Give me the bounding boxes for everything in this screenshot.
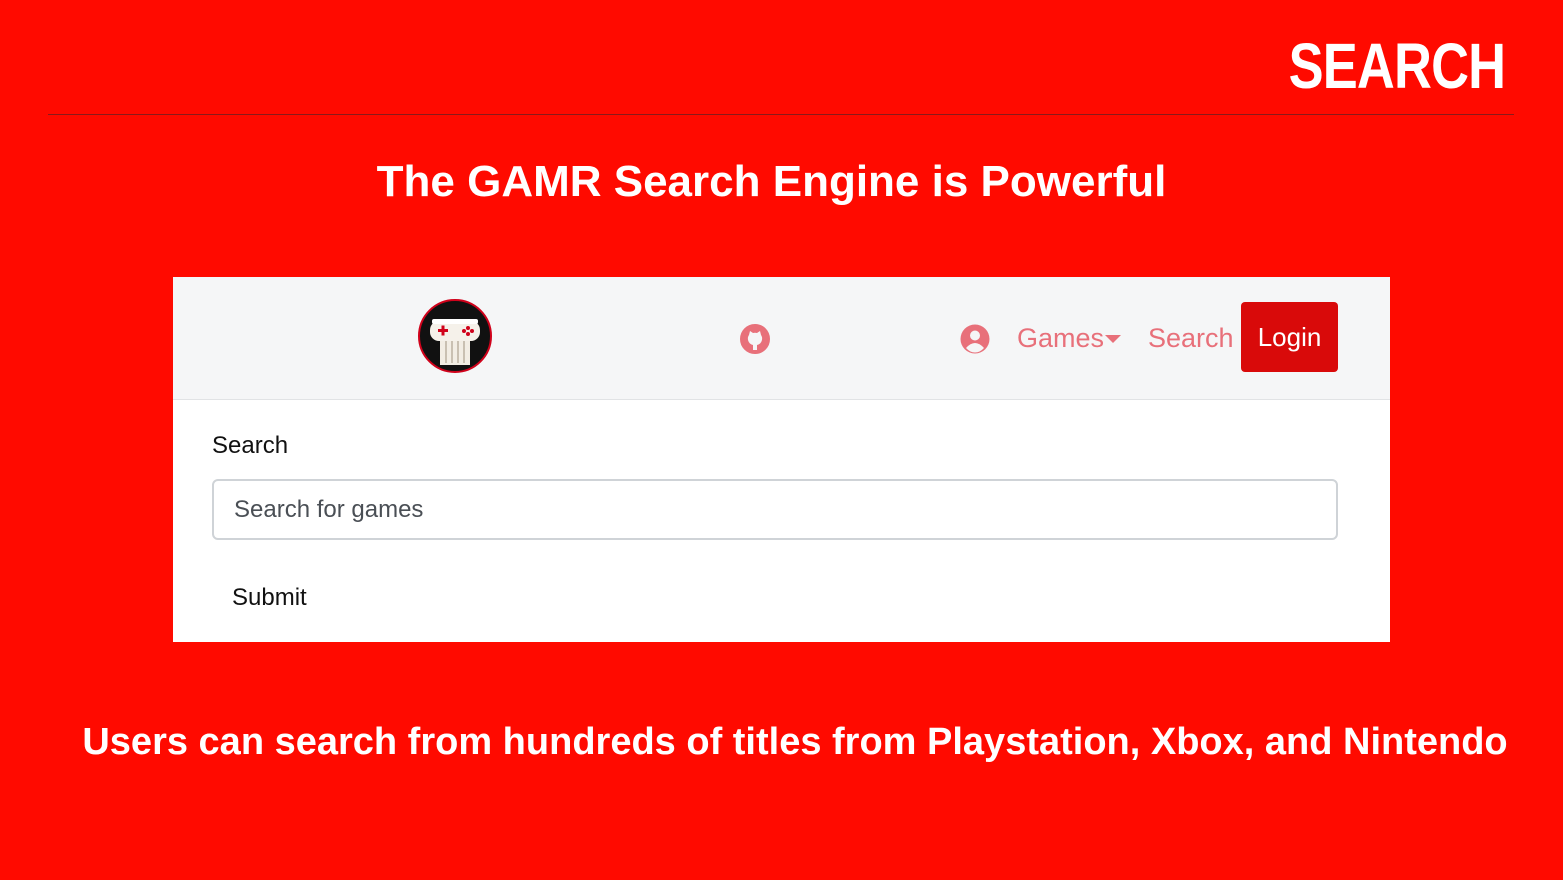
user-circle-icon[interactable] (960, 324, 990, 354)
nav-search-link[interactable]: Search (1148, 320, 1234, 356)
gamr-logo-icon[interactable] (418, 299, 492, 373)
slide-caption: Users can search from hundreds of titles… (82, 721, 1508, 763)
navbar: Games Search Login (173, 277, 1390, 400)
website-screenshot: Games Search Login Search Submit (173, 277, 1390, 642)
slide-title: The GAMR Search Engine is Powerful (376, 157, 1167, 206)
github-icon[interactable] (740, 324, 770, 354)
chevron-down-icon[interactable] (1105, 335, 1121, 343)
search-label: Search (212, 432, 289, 459)
slide-heading: SEARCH (1288, 30, 1506, 102)
search-input[interactable] (212, 479, 1338, 540)
login-button[interactable]: Login (1241, 302, 1338, 372)
submit-button[interactable]: Submit (232, 582, 307, 614)
nav-games-dropdown[interactable]: Games (1017, 320, 1104, 356)
divider (48, 114, 1514, 115)
